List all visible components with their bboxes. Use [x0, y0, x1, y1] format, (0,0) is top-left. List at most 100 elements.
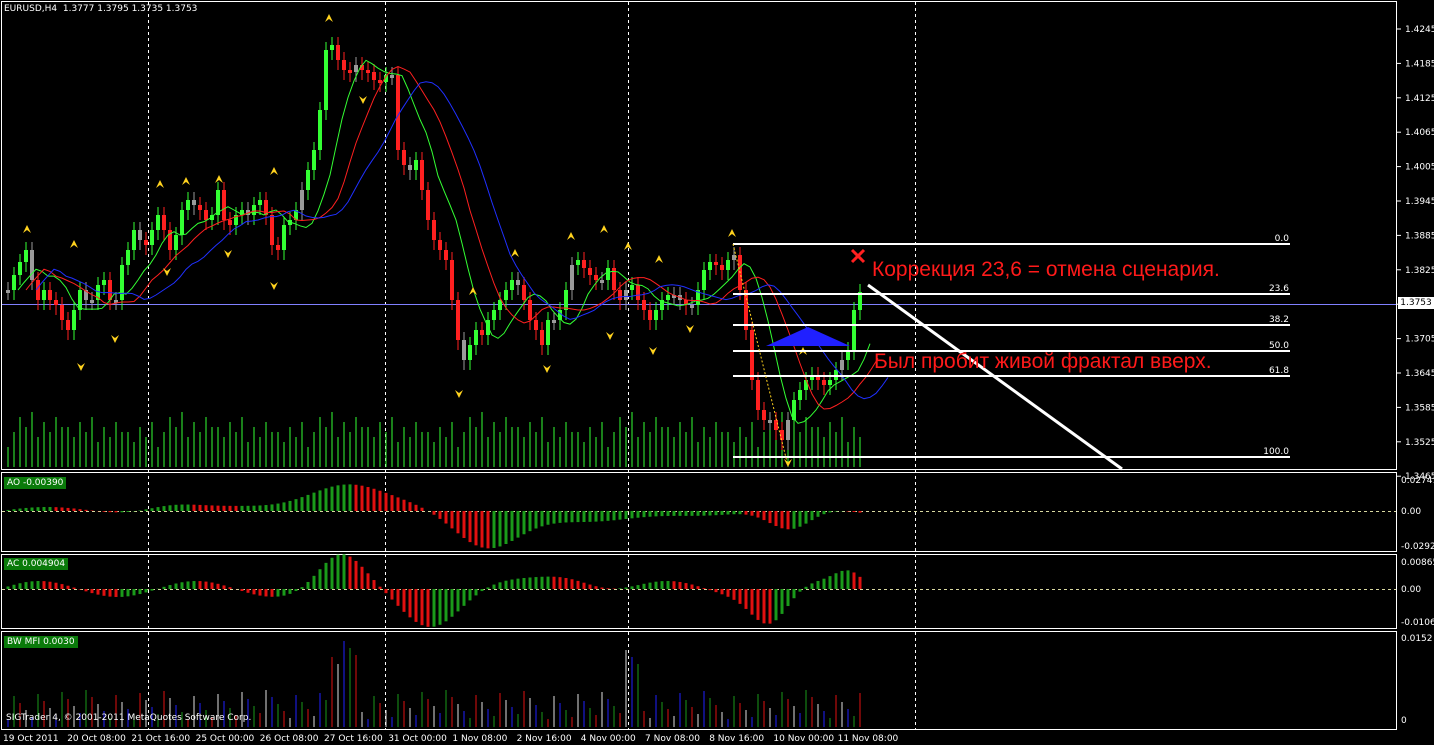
candle-body	[102, 280, 106, 285]
candle-body	[390, 75, 394, 78]
candle-body	[510, 280, 514, 290]
candle-body	[552, 320, 556, 323]
candle-body	[444, 250, 448, 260]
chart-header: EURUSD,H4 1.3777 1.3795 1.3735 1.3753	[4, 4, 197, 14]
current-price-label: 1.3753	[1398, 297, 1434, 309]
candle-body	[480, 330, 484, 335]
symbol-timeframe: EURUSD,H4	[4, 4, 58, 14]
candle-body	[576, 260, 580, 265]
time-axis-label: 2 Nov 16:00	[517, 734, 572, 744]
candle-body	[54, 300, 58, 305]
trading-chart[interactable]: 0.0 23.6 38.2 50.0 61.8 100.0 1.4245 1.4185 1.4…	[0, 0, 1434, 745]
candle-body	[726, 260, 730, 270]
candle-body	[720, 265, 724, 270]
candle-body	[366, 70, 370, 73]
candle-body	[162, 215, 166, 230]
ao-histogram	[6, 484, 862, 549]
price-axis-label: 1.4125	[1405, 94, 1434, 104]
candle-body	[180, 210, 184, 235]
fractal-up-arrow-icon	[182, 177, 190, 185]
candle-body	[702, 270, 706, 290]
candle-body	[42, 290, 46, 300]
ohlc-values: 1.3777 1.3795 1.3735 1.3753	[62, 4, 198, 14]
candle-body	[588, 268, 592, 275]
fractal-up-arrow-icon	[567, 232, 575, 240]
price-axis-label: 1.4005	[1405, 163, 1434, 173]
time-axis-label: 21 Oct 16:00	[131, 734, 190, 744]
mfi-axis-label: 0.0152	[1401, 634, 1433, 644]
candle-body	[402, 150, 406, 165]
candle-body	[786, 420, 790, 440]
fractal-up-arrow-icon	[469, 287, 477, 295]
fib-level-label: 0.0	[1275, 234, 1290, 244]
candle-body	[318, 110, 322, 150]
fib-level-label: 38.2	[1269, 315, 1289, 325]
candle-body	[438, 240, 442, 250]
fractal-up-arrow-icon	[156, 180, 164, 188]
fractal-down-arrow-icon	[77, 363, 85, 371]
candle-body	[690, 305, 694, 308]
ac-axis-label: -0.01061	[1401, 618, 1434, 628]
candle-body	[12, 275, 16, 290]
ac-histogram	[6, 554, 862, 627]
candle-body	[798, 390, 802, 400]
candle-body	[90, 300, 94, 303]
annotation-correction: Коррекция 23,6 = отмена сценария.	[872, 258, 1220, 281]
candle-body	[534, 320, 538, 330]
price-axis-label: 1.3525	[1405, 438, 1434, 448]
ac-axis-label: 0.00865	[1401, 558, 1434, 568]
time-axis-label: 10 Nov 00:00	[773, 734, 834, 744]
candle-body	[570, 265, 574, 290]
candle-body	[528, 300, 532, 320]
candle-body	[840, 360, 844, 370]
candle-body	[774, 420, 778, 430]
candle-body	[498, 300, 502, 310]
candle-body	[756, 380, 760, 410]
candle-body	[468, 345, 472, 360]
time-axis-label: 25 Oct 00:00	[196, 734, 255, 744]
candle-body	[642, 300, 646, 310]
candle-body	[408, 165, 412, 170]
ao-axis-label: -0.02929	[1401, 542, 1434, 552]
candle-body	[258, 200, 262, 205]
price-axis-label: 1.3705	[1405, 335, 1434, 345]
volume-bars	[7, 412, 861, 467]
candle-body	[504, 290, 508, 300]
ao-axis-label: 0.00	[1401, 507, 1421, 517]
candle-body	[300, 190, 304, 210]
candle-body	[66, 320, 70, 330]
fib-level-label: 50.0	[1269, 341, 1289, 351]
candle-body	[348, 70, 352, 73]
candle-body	[72, 310, 76, 330]
candle-body	[18, 262, 22, 275]
candle-body	[126, 250, 130, 265]
candle-body	[630, 285, 634, 290]
main-pane[interactable]	[1, 1, 1397, 470]
time-axis-label: 26 Oct 08:00	[260, 734, 319, 744]
ac-pane[interactable]	[1, 554, 1397, 629]
fractal-up-arrow-icon	[600, 225, 608, 233]
fractal-up-arrow-icon	[325, 14, 333, 22]
candle-body	[546, 320, 550, 345]
candle-body	[48, 290, 52, 300]
fractal-down-arrow-icon	[606, 332, 614, 340]
candle-body	[150, 230, 154, 245]
fractal-down-arrow-icon	[649, 347, 657, 355]
fractal-up-arrow-icon	[23, 225, 31, 233]
candle-body	[60, 305, 64, 320]
candle-body	[276, 245, 280, 250]
candle-body	[24, 250, 28, 262]
candle-body	[852, 310, 856, 350]
candle-body	[732, 255, 736, 260]
price-axis-label: 1.3645	[1405, 369, 1434, 379]
candle-body	[822, 380, 826, 385]
candle-body	[228, 220, 232, 225]
fractal-up-arrow-icon	[655, 255, 663, 263]
fractal-down-arrow-icon	[163, 268, 171, 276]
fib-level-label: 23.6	[1269, 284, 1289, 294]
candle-body	[270, 215, 274, 245]
fractal-up-arrow-icon	[728, 229, 736, 237]
candle-body	[624, 290, 628, 300]
price-axis-label: 1.3585	[1405, 403, 1434, 413]
candle-body	[426, 190, 430, 220]
